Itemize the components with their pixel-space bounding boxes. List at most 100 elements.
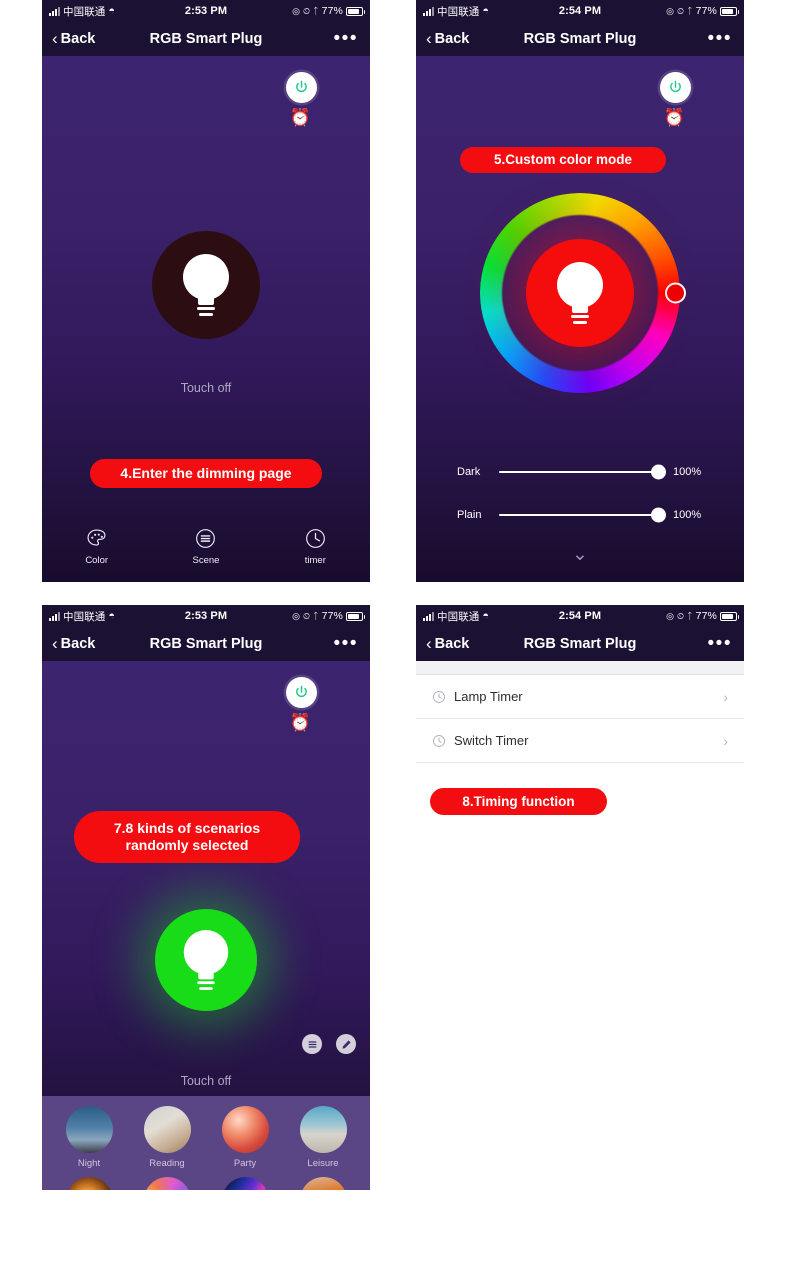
- power-icon: [296, 80, 307, 93]
- phone-screen-timer: 中国联通 ◓ 2:54 PM ◎ ⏲ ᛏ 77% ‹ Back RGB Smar…: [416, 605, 744, 820]
- battery-percent-label: 77%: [695, 610, 717, 622]
- scene-item-shine[interactable]: Shine: [206, 1177, 284, 1190]
- scene-thumb: [65, 1177, 113, 1190]
- power-toggle-button[interactable]: [660, 72, 691, 103]
- page-title: RGB Smart Plug: [523, 636, 637, 652]
- status-bar: 中国联通 ◓ 2:54 PM ◎ ⏲ ᛏ 77%: [416, 605, 744, 627]
- more-options-button[interactable]: •••: [334, 30, 358, 48]
- scene-label: Reading: [149, 1158, 185, 1169]
- alarm-clock-button[interactable]: ⏰: [290, 713, 311, 733]
- status-bar: 中国联通 ◓ 2:53 PM ◎ ⏲ ᛏ 77%: [42, 605, 370, 627]
- more-options-button[interactable]: •••: [708, 635, 732, 653]
- bulb-circle[interactable]: [526, 239, 634, 347]
- bulb-circle: [155, 909, 257, 1011]
- alarm-clock-button[interactable]: ⏰: [290, 108, 311, 128]
- scene-list-button[interactable]: [302, 1034, 322, 1054]
- slider-plain-knob[interactable]: [651, 507, 666, 523]
- scene-grid-panel: Night Reading Party Leisure: [42, 1096, 370, 1190]
- tab-timer[interactable]: timer: [261, 527, 370, 566]
- scene-item-gorgeous[interactable]: Gorgeous: [284, 1177, 362, 1190]
- slider-plain[interactable]: Plain 100%: [457, 507, 702, 523]
- scene-thumb: [221, 1177, 269, 1190]
- scene-item-rainbow[interactable]: Rainbow: [128, 1177, 206, 1190]
- battery-percent-label: 77%: [321, 610, 343, 622]
- location-icon: ◎: [666, 610, 675, 621]
- phone-screen-dimming: 中国联通 ◓ 2:53 PM ◎ ⏲ ᛏ 77% ‹ Back RGB Smar…: [42, 0, 370, 582]
- scenes-body: ⏰ 7.8 kinds of scenarios randomly select…: [42, 661, 370, 1190]
- callout-7-line2: randomly selected: [125, 837, 249, 853]
- clock-icon: [433, 690, 445, 703]
- callout-7-line1: 7.8 kinds of scenarios: [113, 820, 261, 837]
- slider-dark[interactable]: Dark 100%: [457, 464, 701, 480]
- status-bar-right: ◎ ⏲ ᛏ 77%: [292, 610, 365, 622]
- slider-plain-label: Plain: [457, 509, 482, 521]
- location-icon: ◎: [292, 5, 301, 16]
- color-wheel[interactable]: [480, 193, 686, 393]
- list-item-lamp-timer[interactable]: Lamp Timer ›: [416, 675, 744, 719]
- pencil-edit-icon: [342, 1039, 351, 1049]
- scene-label: Party: [233, 1158, 257, 1169]
- list-item-switch-timer[interactable]: Switch Timer ›: [416, 719, 744, 763]
- tab-timer-label: timer: [304, 555, 326, 566]
- chevron-down-icon[interactable]: ⌄: [416, 543, 744, 566]
- list-icon: [308, 1040, 316, 1048]
- power-toggle-button[interactable]: [286, 677, 317, 708]
- list-top-spacer: [416, 661, 744, 675]
- slider-plain-value: 100%: [673, 509, 702, 521]
- phone-screen-color-wheel: 中国联通 ◓ 2:54 PM ◎ ⏲ ᛏ 77% ‹ Back RGB Smar…: [416, 0, 744, 582]
- list-icon: [196, 529, 216, 548]
- color-wheel-knob[interactable]: [665, 282, 686, 304]
- more-options-button[interactable]: •••: [334, 635, 358, 653]
- nav-bar: ‹ Back RGB Smart Plug •••: [416, 627, 744, 661]
- tab-color-label: Color: [85, 555, 109, 566]
- bluetooth-icon: ᛏ: [687, 6, 693, 16]
- phone-screen-scenes: 中国联通 ◓ 2:53 PM ◎ ⏲ ᛏ 77% ‹ Back RGB Smar…: [42, 605, 370, 1190]
- scene-item-reading[interactable]: Reading: [128, 1106, 206, 1169]
- battery-icon: [346, 611, 365, 621]
- battery-icon: [720, 6, 739, 16]
- slider-plain-track[interactable]: [499, 507, 666, 523]
- status-bar-right: ◎ ⏲ ᛏ 77%: [666, 610, 739, 622]
- battery-icon: [346, 6, 365, 16]
- bluetooth-icon: ᛏ: [313, 6, 319, 16]
- callout-4: 4.Enter the dimming page: [90, 459, 322, 488]
- alarm-clock-button[interactable]: ⏰: [664, 108, 685, 128]
- touch-state-label: Touch off: [180, 381, 232, 395]
- more-options-button[interactable]: •••: [708, 30, 732, 48]
- clock-icon: [305, 529, 325, 548]
- battery-percent-label: 77%: [321, 5, 343, 17]
- scene-label: Night: [77, 1158, 101, 1169]
- tab-color[interactable]: Color: [42, 527, 151, 566]
- color-wheel-body: ⏰ 5.Custom color mode Dark 100% Plain 10…: [416, 56, 744, 582]
- alarm-icon: ⏲: [303, 5, 311, 16]
- page-title: RGB Smart Plug: [523, 31, 637, 47]
- slider-dark-track[interactable]: [499, 464, 666, 480]
- status-bar-right: ◎ ⏲ ᛏ 77%: [666, 5, 739, 17]
- nav-bar: ‹ Back RGB Smart Plug •••: [42, 22, 370, 56]
- power-icon: [296, 685, 307, 698]
- slider-dark-knob[interactable]: [651, 464, 666, 480]
- scene-item-party[interactable]: Party: [206, 1106, 284, 1169]
- lightbulb-icon: [557, 262, 603, 324]
- clock-icon: [433, 734, 445, 747]
- chevron-right-icon: ›: [723, 732, 728, 749]
- bulb-toggle[interactable]: [152, 231, 260, 339]
- scene-edit-button[interactable]: [336, 1034, 356, 1054]
- scene-item-leisure[interactable]: Leisure: [284, 1106, 362, 1169]
- tab-scene[interactable]: Scene: [151, 527, 260, 566]
- scene-thumb: [299, 1106, 347, 1153]
- scene-item-night[interactable]: Night: [50, 1106, 128, 1169]
- lightbulb-icon: [183, 254, 229, 316]
- scene-item-soft[interactable]: Soft: [50, 1177, 128, 1190]
- bulb-toggle[interactable]: [155, 909, 257, 1011]
- bottom-tab-bar: Color Scene timer: [42, 527, 370, 566]
- power-toggle-button[interactable]: [286, 72, 317, 103]
- lightbulb-icon: [183, 930, 229, 990]
- bluetooth-icon: ᛏ: [687, 611, 693, 621]
- battery-icon: [720, 611, 739, 621]
- alarm-icon: ⏲: [303, 610, 311, 621]
- scene-thumb: [65, 1106, 113, 1153]
- scene-label: Leisure: [307, 1158, 339, 1169]
- alarm-icon: ⏲: [677, 610, 685, 621]
- status-bar: 中国联通 ◓ 2:54 PM ◎ ⏲ ᛏ 77%: [416, 0, 744, 22]
